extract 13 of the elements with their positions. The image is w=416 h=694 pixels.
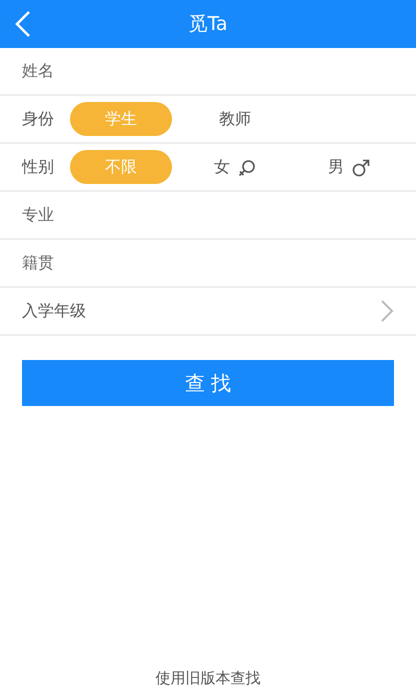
field-label: 身份 — [22, 108, 54, 130]
screen-title: 觅Ta — [188, 12, 228, 37]
option-button[interactable]: 男 — [298, 150, 400, 184]
option-button[interactable]: 教师 — [184, 102, 286, 136]
male-icon — [352, 159, 370, 176]
chevron-right-icon — [380, 299, 394, 323]
old-version-link[interactable]: 使用旧版本查找 — [156, 669, 260, 687]
field-label: 性别 — [22, 156, 54, 178]
back-button[interactable] — [14, 10, 32, 38]
search-button[interactable]: 查 找 — [22, 360, 394, 406]
option-button[interactable]: 女 — [184, 150, 286, 184]
female-icon — [238, 160, 255, 176]
grade-selector[interactable]: 入学年级 — [0, 288, 416, 336]
